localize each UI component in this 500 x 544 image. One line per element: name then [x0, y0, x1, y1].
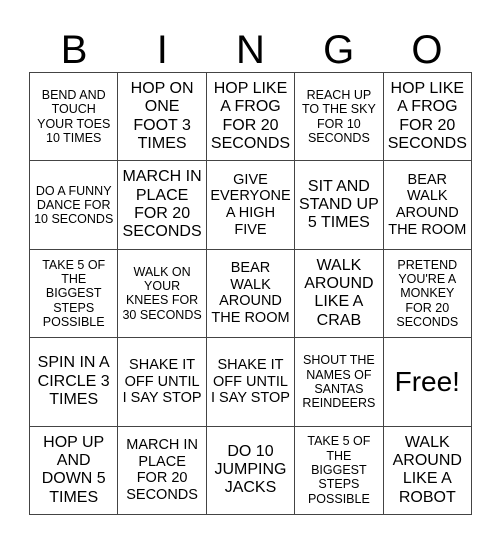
header-letter-n: N	[236, 28, 265, 72]
cell-text: HOP UP AND DOWN 5 TIMES	[41, 433, 106, 506]
bingo-cell-i3[interactable]: WALK ON YOUR KNEES FOR 30 SECONDS	[118, 249, 207, 339]
cell-text: TAKE 5 OF THE BIGGEST STEPS POSSIBLE	[42, 257, 106, 330]
cell-text: WALK AROUND LIKE A ROBOT	[392, 433, 462, 506]
cell-text: GIVE EVERYONE A HIGH FIVE	[210, 171, 291, 238]
header-letter-o: O	[411, 28, 443, 72]
free-space-label: Free!	[394, 365, 460, 397]
cell-text: MARCH IN PLACE FOR 20 SECONDS	[122, 168, 202, 241]
cell-text: SHOUT THE NAMES OF SANTAS REINDEERS	[302, 353, 376, 411]
bingo-cell-g3[interactable]: WALK AROUND LIKE A CRAB	[295, 249, 384, 339]
cell-text: BEAR WALK AROUND THE ROOM	[211, 260, 290, 327]
cell-text: SHAKE IT OFF UNTIL I SAY STOP	[122, 356, 202, 407]
bingo-cell-n4[interactable]: SHAKE IT OFF UNTIL I SAY STOP	[206, 338, 296, 427]
cell-text: HOP LIKE A FROG FOR 20 SECONDS	[210, 79, 291, 153]
bingo-cell-n1[interactable]: HOP LIKE A FROG FOR 20 SECONDS	[206, 73, 296, 162]
cell-text: MARCH IN PLACE FOR 20 SECONDS	[126, 436, 198, 503]
bingo-cell-b2[interactable]: DO A FUNNY DANCE FOR 10 SECONDS	[30, 161, 119, 250]
bingo-cell-g2[interactable]: SIT AND STAND UP 5 TIMES	[295, 161, 384, 250]
cell-text: HOP ON ONE FOOT 3 TIMES	[130, 79, 194, 153]
header-letter-b: B	[60, 28, 88, 72]
bingo-cell-b5[interactable]: HOP UP AND DOWN 5 TIMES	[30, 426, 119, 515]
bingo-cell-b1[interactable]: BEND AND TOUCH YOUR TOES 10 TIMES	[30, 73, 119, 162]
cell-text: REACH UP TO THE SKY FOR 10 SECONDS	[301, 87, 376, 146]
bingo-header: B I N G O	[30, 28, 471, 72]
cell-text: WALK ON YOUR KNEES FOR 30 SECONDS	[122, 264, 202, 322]
cell-text: PRETEND YOU'RE A MONKEY FOR 20 SECONDS	[396, 257, 459, 330]
bingo-cell-n2[interactable]: GIVE EVERYONE A HIGH FIVE	[206, 161, 296, 250]
bingo-cell-n5[interactable]: DO 10 JUMPING JACKS	[206, 426, 296, 515]
cell-text: SPIN IN A CIRCLE 3 TIMES	[37, 354, 110, 409]
free-space-cell[interactable]: Free!	[383, 338, 472, 427]
cell-text: SIT AND STAND UP 5 TIMES	[299, 177, 379, 232]
bingo-cell-i2[interactable]: MARCH IN PLACE FOR 20 SECONDS	[118, 161, 207, 250]
header-letter-i: I	[156, 28, 168, 72]
bingo-cell-i4[interactable]: SHAKE IT OFF UNTIL I SAY STOP	[118, 338, 207, 427]
bingo-cell-n3[interactable]: BEAR WALK AROUND THE ROOM	[206, 249, 296, 339]
bingo-cell-o5[interactable]: WALK AROUND LIKE A ROBOT	[383, 426, 472, 515]
cell-text: BEND AND TOUCH YOUR TOES 10 TIMES	[37, 87, 111, 146]
cell-text: DO A FUNNY DANCE FOR 10 SECONDS	[34, 183, 114, 227]
bingo-cell-b3[interactable]: TAKE 5 OF THE BIGGEST STEPS POSSIBLE	[30, 249, 119, 339]
bingo-cell-g4[interactable]: SHOUT THE NAMES OF SANTAS REINDEERS	[295, 338, 384, 427]
cell-text: SHAKE IT OFF UNTIL I SAY STOP	[211, 356, 290, 407]
bingo-cell-o2[interactable]: BEAR WALK AROUND THE ROOM	[383, 161, 472, 250]
cell-text: BEAR WALK AROUND THE ROOM	[388, 171, 467, 238]
bingo-cell-g5[interactable]: TAKE 5 OF THE BIGGEST STEPS POSSIBLE	[295, 426, 384, 515]
bingo-cell-i5[interactable]: MARCH IN PLACE FOR 20 SECONDS	[118, 426, 207, 515]
bingo-cell-b4[interactable]: SPIN IN A CIRCLE 3 TIMES	[30, 338, 119, 427]
header-letter-g: G	[323, 28, 355, 72]
cell-text: DO 10 JUMPING JACKS	[214, 442, 287, 497]
bingo-cell-g1[interactable]: REACH UP TO THE SKY FOR 10 SECONDS	[295, 73, 384, 162]
bingo-cell-o1[interactable]: HOP LIKE A FROG FOR 20 SECONDS	[383, 73, 472, 162]
cell-text: HOP LIKE A FROG FOR 20 SECONDS	[387, 79, 467, 153]
bingo-card: BEND AND TOUCH YOUR TOES 10 TIMES HOP ON …	[29, 72, 472, 515]
cell-text: TAKE 5 OF THE BIGGEST STEPS POSSIBLE	[307, 434, 371, 506]
bingo-cell-o3[interactable]: PRETEND YOU'RE A MONKEY FOR 20 SECONDS	[383, 249, 472, 339]
cell-text: WALK AROUND LIKE A CRAB	[304, 256, 374, 329]
bingo-cell-i1[interactable]: HOP ON ONE FOOT 3 TIMES	[118, 73, 207, 162]
